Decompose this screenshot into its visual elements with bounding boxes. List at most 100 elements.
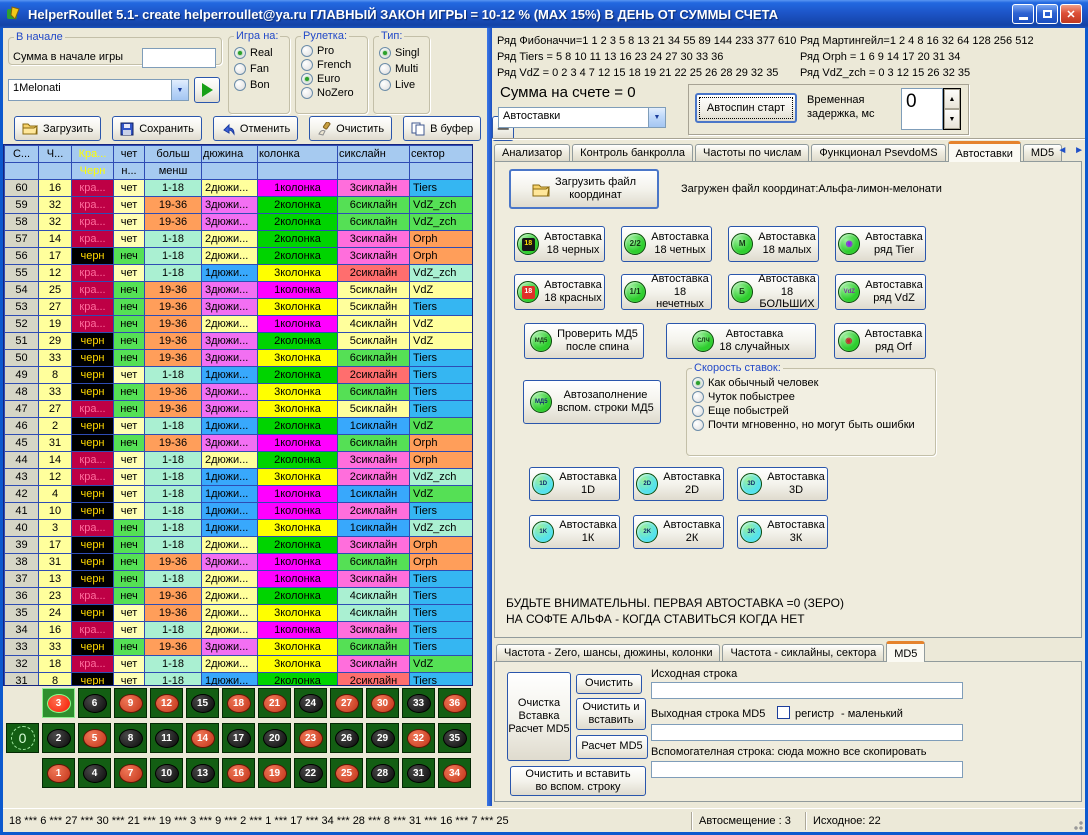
md5-clear-button[interactable]: Очистить xyxy=(576,674,642,694)
roulette-cell-22[interactable]: 22 xyxy=(294,758,327,788)
md5-calc-button[interactable]: Расчет MD5 xyxy=(576,735,648,759)
autobet-row-3-button-1[interactable]: СЛЧАвтоставка18 случайных xyxy=(666,323,816,359)
roulette-cell-10[interactable]: 10 xyxy=(150,758,183,788)
roulette-cell-21[interactable]: 21 xyxy=(258,688,291,718)
roulette-cell-34[interactable]: 34 xyxy=(438,758,471,788)
roulette-cell-20[interactable]: 20 xyxy=(258,723,291,753)
roulette-cell-14[interactable]: 14 xyxy=(186,723,219,753)
autobet-row-2-button-1[interactable]: 1/1Автоставка18 нечетных xyxy=(621,274,712,310)
tab-top-2[interactable]: Частоты по числам xyxy=(695,144,809,162)
roulette-cell-24[interactable]: 24 xyxy=(294,688,327,718)
roulette-cell-25[interactable]: 25 xyxy=(330,758,363,788)
roulette-cell-19[interactable]: 19 xyxy=(258,758,291,788)
roulette-cell-15[interactable]: 15 xyxy=(186,688,219,718)
spinner-up-icon[interactable]: ▲ xyxy=(944,89,960,109)
autobet-row-k-button-0[interactable]: 1KАвтоставка1К xyxy=(529,515,620,549)
autobet-row-2-button-0[interactable]: 18Автоставка18 красных xyxy=(514,274,605,310)
pane-splitter[interactable] xyxy=(487,28,492,806)
load-coords-button[interactable]: Загрузить файлкоординат xyxy=(509,169,659,209)
radio-wheel-2[interactable]: Euro xyxy=(301,73,362,85)
start-sum-input[interactable] xyxy=(142,48,216,68)
md5-clear-paste-calc-button[interactable]: ОчисткаВставкаРасчет MD5 xyxy=(507,672,571,761)
toolbar-button-3[interactable]: Очистить xyxy=(309,116,392,141)
roulette-cell-0[interactable]: 0 xyxy=(6,723,39,753)
radio-game-1[interactable]: Fan xyxy=(234,63,284,75)
roulette-cell-35[interactable]: 35 xyxy=(438,723,471,753)
radio-speed-3[interactable]: Почти мгновенно, но могут быть ошибки xyxy=(692,419,930,431)
roulette-cell-2[interactable]: 2 xyxy=(42,723,75,753)
autobet-row-1-button-0[interactable]: 18Автоставка18 черных xyxy=(514,226,605,262)
autobet-row-1-button-1[interactable]: 2/2Автоставка18 четных xyxy=(621,226,712,262)
toolbar-button-1[interactable]: Сохранить xyxy=(112,116,202,141)
roulette-cell-30[interactable]: 30 xyxy=(366,688,399,718)
tab-top-0[interactable]: Анализатор xyxy=(494,144,570,162)
roulette-cell-3[interactable]: 3 xyxy=(42,688,75,718)
md5-clear-paste-aux-button[interactable]: Очистить и вставитьво вспом. строку xyxy=(510,766,646,796)
register-checkbox[interactable] xyxy=(777,706,790,719)
minimize-button[interactable] xyxy=(1012,4,1034,24)
title-bar[interactable]: HelperRoullet 5.1- create helperroullet@… xyxy=(0,0,1088,28)
radio-speed-0[interactable]: Как обычный человек xyxy=(692,377,930,389)
profile-combobox[interactable]: 1Melonati ▼ xyxy=(8,79,189,101)
roulette-cell-28[interactable]: 28 xyxy=(366,758,399,788)
radio-speed-2[interactable]: Еще побыстрей xyxy=(692,405,930,417)
autobet-row-1-button-2[interactable]: МАвтоставка18 малых xyxy=(728,226,819,262)
aux-string-input[interactable] xyxy=(651,761,963,778)
roulette-cell-4[interactable]: 4 xyxy=(78,758,111,788)
roulette-cell-1[interactable]: 1 xyxy=(42,758,75,788)
autobet-row-d-button-1[interactable]: 2DАвтоставка2D xyxy=(633,467,724,501)
radio-game-2[interactable]: Bon xyxy=(234,79,284,91)
autofill-aux-md5-button[interactable]: МД5Автозаполнениевспом. строки МД5 xyxy=(523,380,661,424)
tab-top-5[interactable]: MD5 xyxy=(1023,144,1062,162)
tab-bottom-1[interactable]: Частота - сиклайны, сектора xyxy=(722,644,884,662)
chevron-down-icon[interactable]: ▼ xyxy=(648,108,665,127)
close-button[interactable]: ✕ xyxy=(1060,4,1082,24)
autobet-combobox[interactable]: Автоставки ▼ xyxy=(498,107,666,128)
autobet-row-1-button-3[interactable]: ◉Автоставкаряд Tier xyxy=(835,226,926,262)
autospin-start-button[interactable]: Автоспин старт xyxy=(695,93,797,123)
roulette-cell-9[interactable]: 9 xyxy=(114,688,147,718)
roulette-cell-31[interactable]: 31 xyxy=(402,758,435,788)
roulette-cell-6[interactable]: 6 xyxy=(78,688,111,718)
maximize-button[interactable] xyxy=(1036,4,1058,24)
autobet-row-k-button-2[interactable]: 3KАвтоставка3К xyxy=(737,515,828,549)
autobet-row-d-button-0[interactable]: 1DАвтоставка1D xyxy=(529,467,620,501)
toolbar-button-4[interactable]: В буфер xyxy=(403,116,481,141)
source-string-input[interactable] xyxy=(651,682,963,699)
radio-wheel-1[interactable]: French xyxy=(301,59,362,71)
roulette-cell-17[interactable]: 17 xyxy=(222,723,255,753)
autobet-row-3-button-2[interactable]: ◉Автоставкаряд Orf xyxy=(834,323,926,359)
roulette-cell-11[interactable]: 11 xyxy=(150,723,183,753)
roulette-cell-5[interactable]: 5 xyxy=(78,723,111,753)
md5-clear-and-paste-button[interactable]: Очистить ивставить xyxy=(576,698,646,730)
roulette-cell-26[interactable]: 26 xyxy=(330,723,363,753)
spinner-down-icon[interactable]: ▼ xyxy=(944,109,960,129)
radio-game-0[interactable]: Real xyxy=(234,47,284,59)
start-play-button[interactable] xyxy=(194,77,220,103)
autobet-row-2-button-3[interactable]: VdZАвтоставкаряд VdZ xyxy=(835,274,926,310)
tab-bottom-0[interactable]: Частота - Zero, шансы, дюжины, колонки xyxy=(496,644,720,662)
roulette-cell-18[interactable]: 18 xyxy=(222,688,255,718)
tab-top-3[interactable]: Функционал PsevdoMS xyxy=(811,144,945,162)
tab-top-1[interactable]: Контроль банкролла xyxy=(572,144,693,162)
roulette-cell-12[interactable]: 12 xyxy=(150,688,183,718)
resize-grip[interactable] xyxy=(1072,819,1084,831)
radio-type-2[interactable]: Live xyxy=(379,79,424,91)
tab-scroll-arrows-icon[interactable]: ◄ ► xyxy=(1057,145,1086,156)
radio-speed-1[interactable]: Чуток побыстрее xyxy=(692,391,930,403)
autobet-row-d-button-2[interactable]: 3DАвтоставка3D xyxy=(737,467,828,501)
roulette-cell-23[interactable]: 23 xyxy=(294,723,327,753)
output-string-input[interactable] xyxy=(651,724,963,741)
roulette-cell-13[interactable]: 13 xyxy=(186,758,219,788)
radio-type-1[interactable]: Multi xyxy=(379,63,424,75)
roulette-cell-7[interactable]: 7 xyxy=(114,758,147,788)
radio-wheel-0[interactable]: Pro xyxy=(301,45,362,57)
toolbar-button-0[interactable]: Загрузить xyxy=(14,116,101,141)
tab-top-4[interactable]: Автоставки xyxy=(948,141,1021,162)
autobet-row-k-button-1[interactable]: 2KАвтоставка2К xyxy=(633,515,724,549)
autobet-row-3-button-0[interactable]: МД5Проверить МД5после спина xyxy=(524,323,644,359)
roulette-cell-8[interactable]: 8 xyxy=(114,723,147,753)
roulette-cell-32[interactable]: 32 xyxy=(402,723,435,753)
roulette-cell-27[interactable]: 27 xyxy=(330,688,363,718)
radio-type-0[interactable]: Singl xyxy=(379,47,424,59)
